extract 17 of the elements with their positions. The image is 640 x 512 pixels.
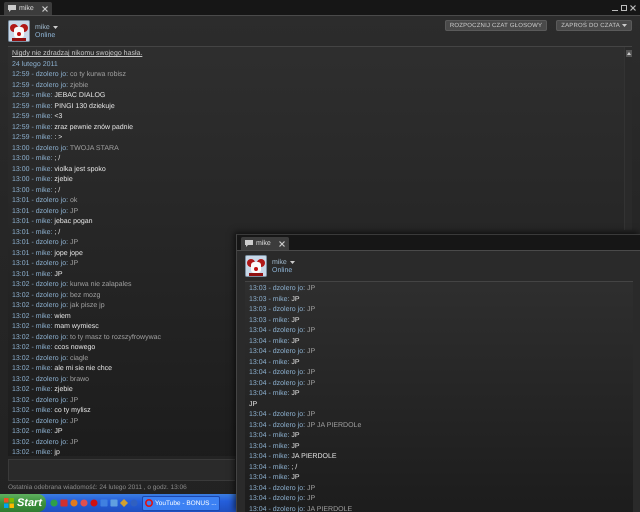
close-icon[interactable] <box>42 6 48 12</box>
avatar <box>245 255 267 277</box>
maximize-icon[interactable] <box>621 4 627 10</box>
windows-flag-icon <box>4 498 14 508</box>
close-icon[interactable] <box>279 240 285 246</box>
chat-icon <box>8 5 16 12</box>
caret-icon <box>52 26 58 28</box>
caret-icon <box>622 24 627 27</box>
chat-icon <box>245 240 253 247</box>
start-button[interactable]: Start <box>0 494 46 512</box>
scroll-up-icon[interactable] <box>626 50 632 57</box>
message-input[interactable] <box>8 459 235 481</box>
close-window-icon[interactable] <box>630 4 636 10</box>
caret-icon <box>290 260 295 264</box>
avatar <box>8 20 30 42</box>
browser-icon <box>145 499 153 507</box>
scrollbar[interactable] <box>624 47 632 230</box>
